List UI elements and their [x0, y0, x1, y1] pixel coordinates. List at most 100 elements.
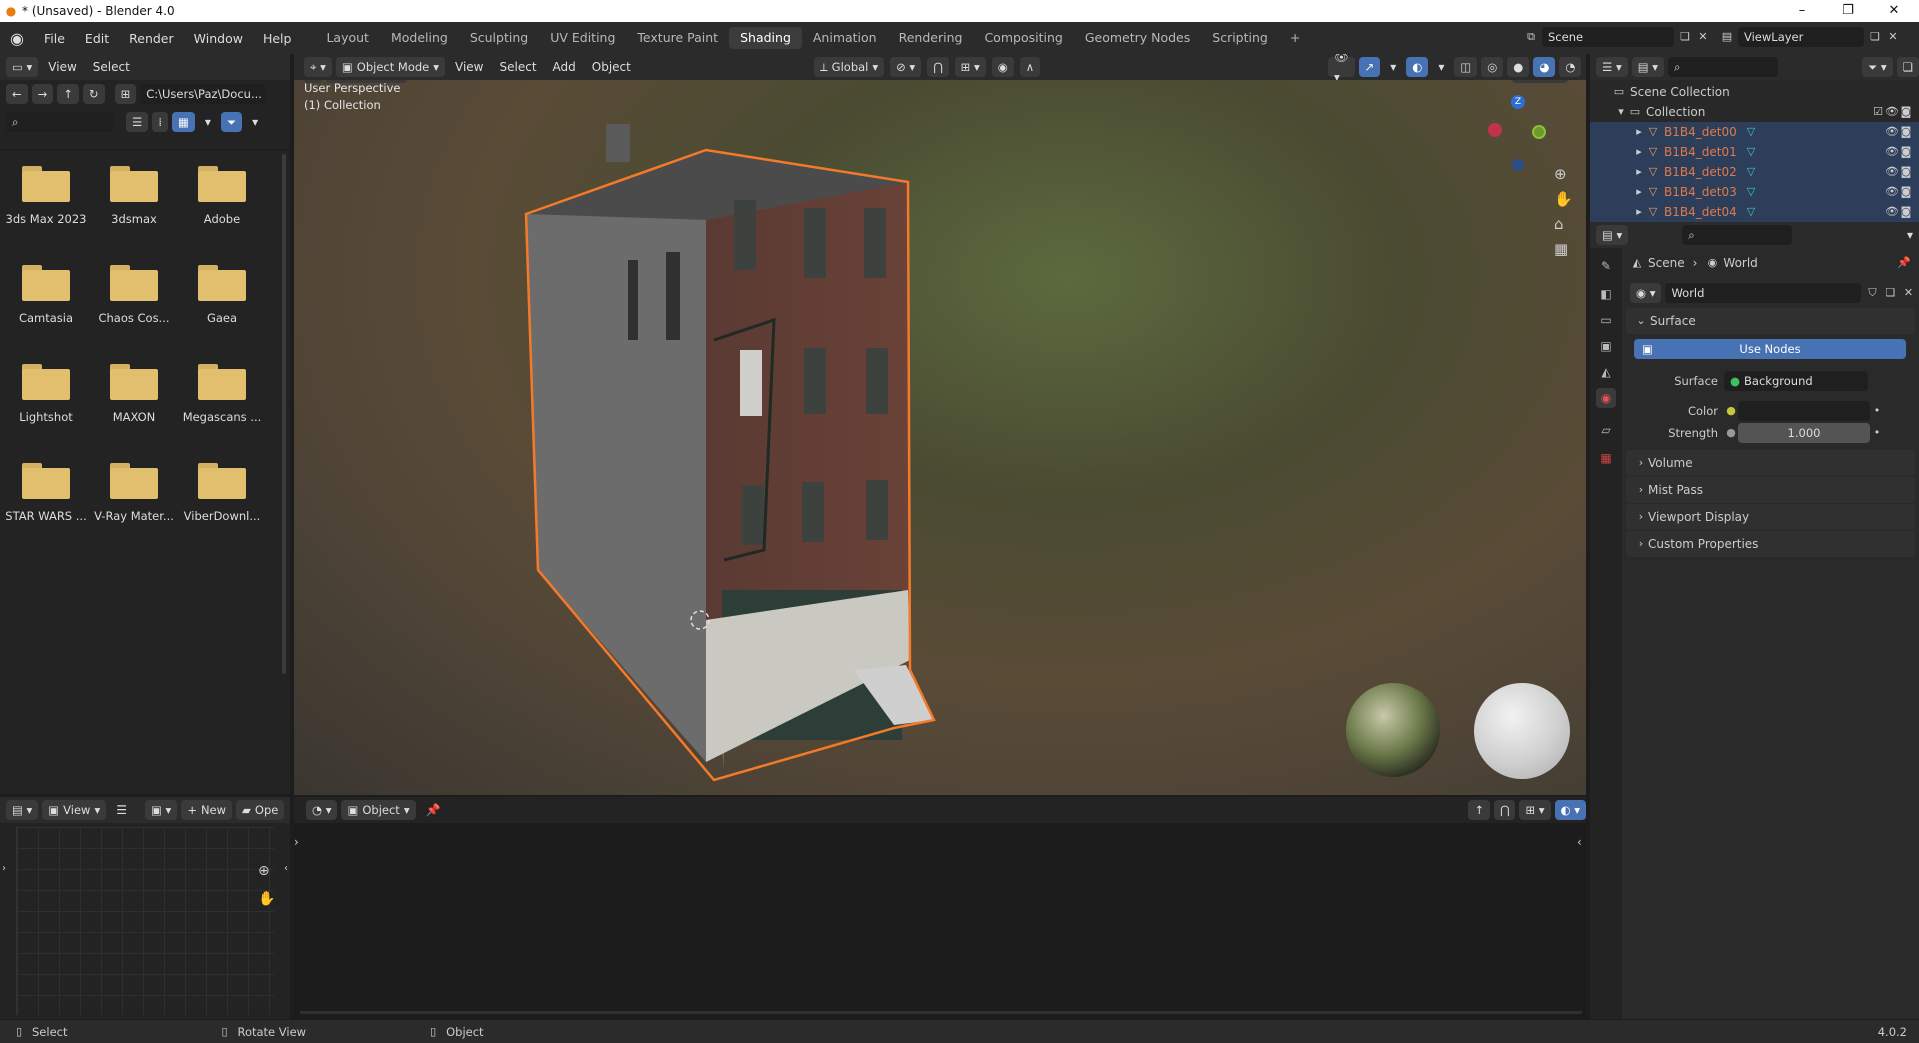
workspace-tab-sculpting[interactable]: Sculpting — [459, 27, 539, 49]
shader-toolbar-expand-icon[interactable]: › — [294, 835, 299, 849]
surface-shader-dropdown[interactable]: ● Background — [1724, 371, 1868, 391]
outliner-filter-icon[interactable]: ⏷ ▾ — [1862, 57, 1893, 77]
view-layer-selector[interactable]: ViewLayer — [1738, 27, 1864, 47]
folder-item[interactable]: STAR WARS ... — [2, 463, 90, 523]
surface-panel-header[interactable]: ⌄ Surface — [1626, 308, 1915, 334]
snap-target-icon[interactable]: ⊞ ▾ — [954, 57, 986, 77]
navigation-gizmo[interactable]: Z — [1486, 95, 1548, 171]
folder-item[interactable]: Lightshot — [2, 364, 90, 424]
zoom-view-icon[interactable]: ⊕ — [1554, 165, 1567, 183]
new-image-button[interactable]: + New — [181, 800, 233, 820]
texture-tab-icon[interactable]: ▦ — [1596, 448, 1616, 468]
workspace-tab-rendering[interactable]: Rendering — [888, 27, 974, 49]
workspace-tab-layout[interactable]: Layout — [315, 27, 380, 49]
folder-item[interactable]: Chaos Cos... — [90, 265, 178, 325]
minimize-button[interactable]: – — [1779, 0, 1825, 22]
camera-render-icon[interactable]: ◙ — [1899, 165, 1913, 179]
expand-arrow-icon[interactable]: ▸ — [1632, 205, 1646, 219]
filter-settings-chevron-icon[interactable]: ▾ — [246, 115, 264, 129]
image-editor-type-icon[interactable]: ▤ ▾ — [6, 800, 39, 820]
camera-render-icon[interactable]: ◙ — [1899, 205, 1913, 219]
editor-type-icon[interactable]: ▭ ▾ — [6, 57, 39, 77]
menu-help[interactable]: Help — [253, 31, 302, 46]
snap-magnet-icon[interactable]: ⋂ — [927, 57, 949, 77]
thumbnails-icon[interactable]: ▦ — [171, 112, 195, 132]
horizontal-list-icon[interactable]: ⁞ — [152, 112, 168, 132]
file-browser-select-menu[interactable]: Select — [87, 60, 136, 74]
vertical-list-icon[interactable]: ☰ — [126, 112, 149, 132]
image-editor-grid[interactable] — [16, 827, 274, 1015]
outliner-editor-type-icon[interactable]: ☰ ▾ — [1596, 57, 1628, 77]
custom-properties-panel-header[interactable]: › Custom Properties — [1626, 531, 1915, 557]
workspace-tab-uv-editing[interactable]: UV Editing — [539, 27, 626, 49]
folder-item[interactable]: 3dsmax — [90, 166, 178, 226]
expand-arrow-icon[interactable]: ▸ — [1632, 125, 1646, 139]
file-path-field[interactable]: C:\Users\Paz\Docu... — [140, 84, 267, 104]
scene-tab-icon[interactable]: ◭ — [1596, 362, 1616, 382]
visibility-icon[interactable]: 👁 ▾ — [1328, 54, 1355, 80]
eye-icon[interactable]: 👁 — [1885, 205, 1899, 219]
pin-icon[interactable]: 📌 — [420, 803, 447, 817]
expand-arrow-icon[interactable]: ▸ — [1632, 145, 1646, 159]
unlink-world-icon[interactable]: ✕ — [1901, 286, 1915, 300]
transform-orientation-dropdown[interactable]: ⟂ Global ▾ — [814, 57, 885, 77]
workspace-tab-animation[interactable]: Animation — [802, 27, 888, 49]
eye-icon[interactable]: 👁 — [1885, 145, 1899, 159]
file-search-input[interactable]: ⌕ — [6, 112, 114, 132]
fake-user-shield-icon[interactable]: ⛉ — [1865, 286, 1879, 300]
folder-item[interactable]: Megascans ... — [178, 364, 266, 424]
workspace-tab-scripting[interactable]: Scripting — [1201, 27, 1279, 49]
3d-viewport[interactable]: User Perspective (1) Collection ▹ ▣ ▣ ▣ … — [294, 55, 1586, 795]
z-axis-icon[interactable]: Z — [1511, 95, 1525, 109]
shader-overlays-icon[interactable]: ◐ ▾ — [1554, 800, 1586, 820]
perspective-toggle-icon[interactable]: ▦ — [1554, 240, 1568, 258]
world-browse-icon[interactable]: ◉ ▾ — [1630, 283, 1662, 303]
object-mode-dropdown[interactable]: ▣ Object Mode ▾ — [335, 57, 446, 77]
wireframe-shading-icon[interactable]: ◎ — [1481, 57, 1504, 77]
eye-icon[interactable]: 👁 — [1885, 105, 1899, 119]
camera-render-icon[interactable]: ◙ — [1899, 145, 1913, 159]
parent-directory-icon[interactable]: ↑ — [57, 84, 79, 104]
outliner-search-input[interactable]: ⌕ — [1668, 57, 1779, 77]
properties-options-chevron-icon[interactable]: ▾ — [1901, 228, 1919, 242]
parent-node-tree-icon[interactable]: ↑ — [1468, 800, 1491, 820]
outliner-object-row[interactable]: ▸ ▽ B1B4_det04 ▽ 👁 ◙ — [1590, 202, 1919, 222]
pan-hand-icon[interactable]: ✋ — [258, 891, 275, 907]
keyframe-dot-icon[interactable]: • — [1870, 404, 1884, 418]
zoom-icon[interactable]: ⊕ — [258, 863, 270, 879]
viewport-display-panel-header[interactable]: › Viewport Display — [1626, 504, 1915, 530]
shader-scrollbar[interactable] — [300, 1011, 1582, 1014]
folder-item[interactable]: 3ds Max 2023 — [2, 166, 90, 226]
image-browse-icon[interactable]: ▣ ▾ — [145, 800, 178, 820]
shader-editor-type-icon[interactable]: ◔ ▾ — [306, 800, 338, 820]
refresh-icon[interactable]: ↻ — [82, 84, 105, 104]
shader-type-dropdown[interactable]: ▣ Object ▾ — [341, 800, 416, 820]
shading-chevron-icon[interactable]: ▾ — [1585, 60, 1586, 74]
collapse-chevron-icon[interactable]: ▾ — [1614, 105, 1628, 119]
solid-shading-icon[interactable]: ● — [1507, 57, 1530, 77]
viewport-select-menu[interactable]: Select — [494, 60, 543, 74]
file-browser-view-menu[interactable]: View — [42, 60, 82, 74]
delete-scene-icon[interactable]: ✕ — [1696, 30, 1710, 44]
outliner-object-row[interactable]: ▸ ▽ B1B4_det01 ▽ 👁 ◙ — [1590, 142, 1919, 162]
viewport-add-menu[interactable]: Add — [547, 60, 582, 74]
delete-view-layer-icon[interactable]: ✕ — [1886, 30, 1900, 44]
exclude-checkbox-icon[interactable]: ☑ — [1871, 105, 1885, 119]
pin-icon[interactable]: 📌 — [1897, 256, 1911, 270]
collection-tab-icon[interactable]: ▱ — [1596, 420, 1616, 440]
view-layer-tab-icon[interactable]: ▣ — [1596, 336, 1616, 356]
world-tab-icon[interactable]: ◉ — [1596, 388, 1616, 408]
forward-arrow-icon[interactable]: → — [31, 84, 54, 104]
color-socket-icon[interactable]: ● — [1724, 404, 1738, 418]
outliner-object-row[interactable]: ▸ ▽ B1B4_det02 ▽ 👁 ◙ — [1590, 162, 1919, 182]
camera-render-icon[interactable]: ◙ — [1899, 125, 1913, 139]
eye-icon[interactable]: 👁 — [1885, 165, 1899, 179]
pivot-point-icon[interactable]: ⊘ ▾ — [890, 57, 922, 77]
new-directory-icon[interactable]: ⊞ — [114, 84, 137, 104]
camera-view-icon[interactable]: ⌂ — [1554, 215, 1564, 233]
open-image-button[interactable]: ▰ Ope — [236, 800, 285, 820]
expand-arrow-icon[interactable]: ▸ — [1632, 185, 1646, 199]
menu-edit[interactable]: Edit — [75, 31, 119, 46]
shader-snap-icon[interactable]: ⋂ — [1494, 800, 1516, 820]
toolbar-expand-icon[interactable]: › — [2, 863, 6, 874]
